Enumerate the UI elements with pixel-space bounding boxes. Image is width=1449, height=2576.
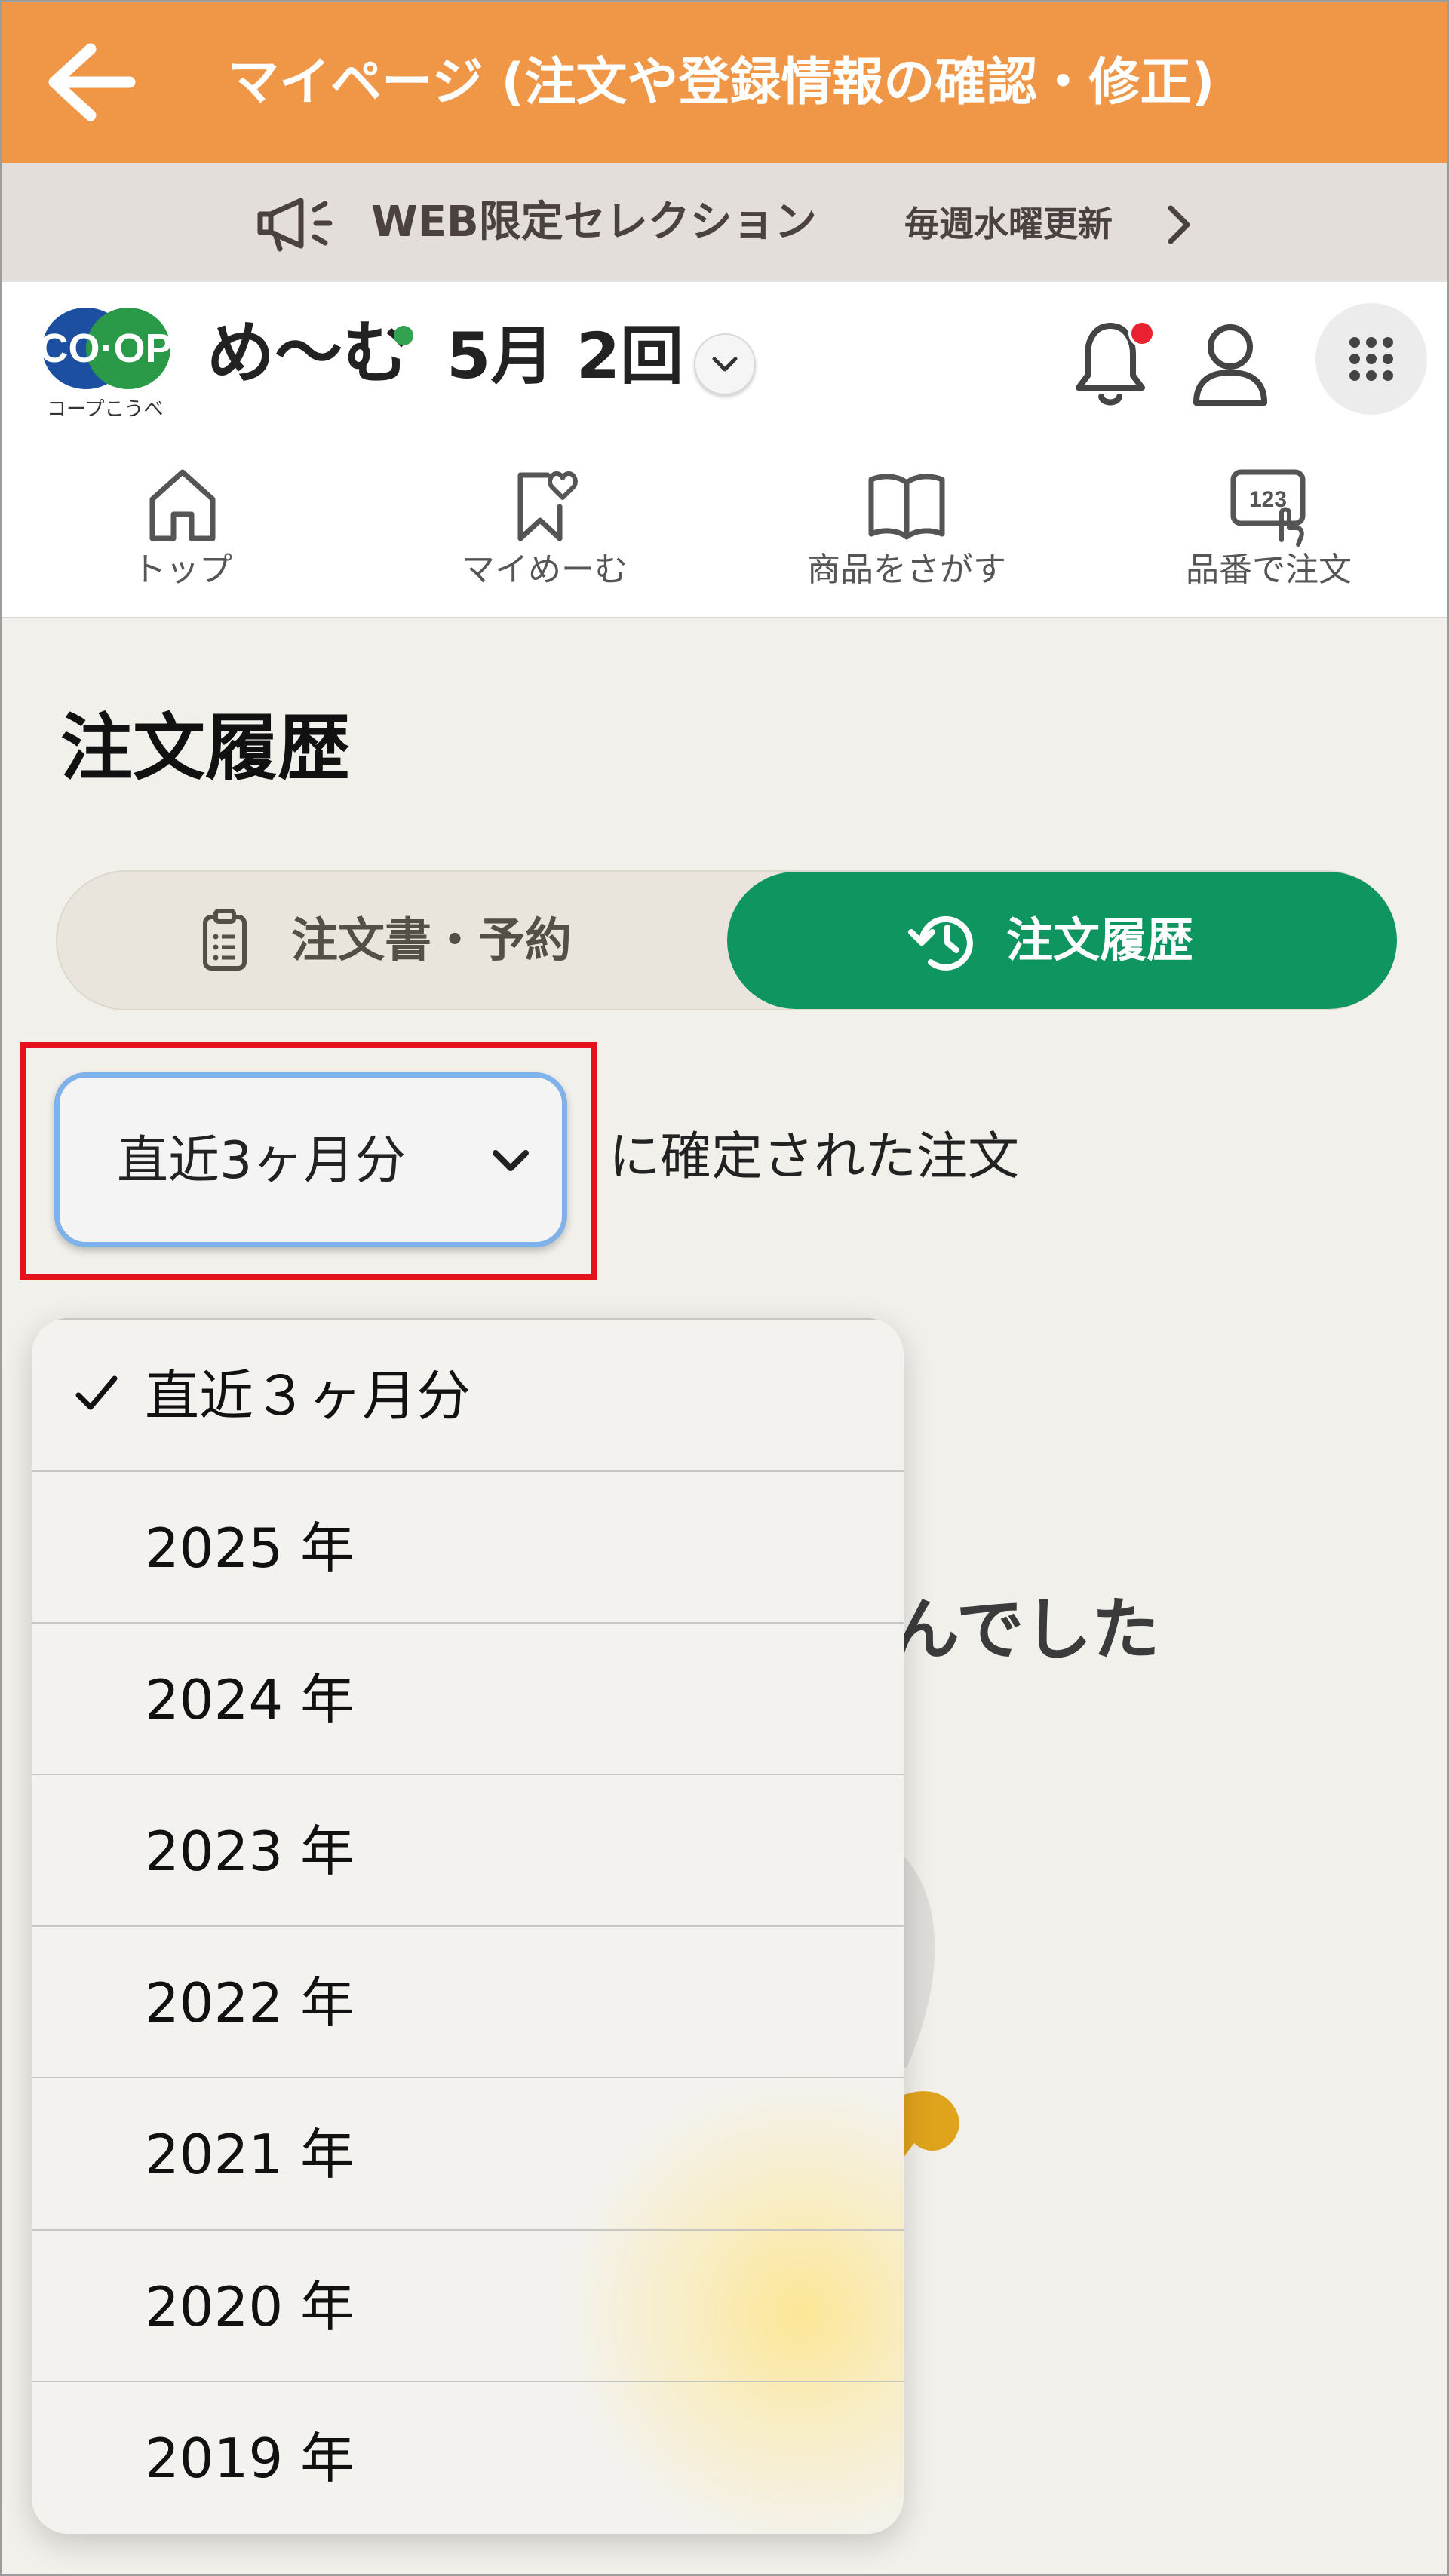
app-header: CO·OP コープこうべ め〜む 5月 2回	[2, 282, 1447, 451]
nav-label: 品番で注文	[1186, 550, 1352, 589]
nav-label: 商品をさがす	[807, 550, 1006, 589]
checkmark-icon	[75, 1375, 118, 1410]
nav-my-memu[interactable]: マイめーむ	[364, 451, 726, 617]
option-label: 直近３ヶ月分	[145, 1364, 471, 1428]
dropdown-option[interactable]: 2024 年	[32, 1622, 904, 1774]
dropdown-option[interactable]: 2022 年	[32, 1925, 904, 2078]
nav-top[interactable]: トップ	[2, 451, 364, 617]
tab-order-form[interactable]: 注文書・予約	[57, 872, 729, 1009]
nav-label: トップ	[133, 550, 232, 589]
number-pad-icon: 123	[1230, 469, 1306, 547]
option-label: 2022 年	[145, 1971, 355, 2035]
arrow-left-icon[interactable]	[45, 43, 136, 121]
option-label: 2023 年	[145, 1820, 355, 1883]
dropdown-option[interactable]: 2021 年	[32, 2077, 904, 2229]
tab-order-history[interactable]: 注文履歴	[727, 872, 1397, 1009]
main-nav: トップ マイめーむ 商品をさがす 123 品番で注文	[2, 451, 1447, 618]
option-label: 2025 年	[145, 1516, 355, 1580]
delivery-period[interactable]: 5月 2回	[447, 318, 683, 394]
dropdown-option[interactable]: 2020 年	[32, 2229, 904, 2381]
option-label: 2020 年	[145, 2275, 355, 2338]
tab-label: 注文履歴	[1006, 912, 1194, 968]
web-selection-banner[interactable]: WEB限定セレクション 毎週水曜更新	[2, 163, 1447, 282]
logo-text: CO·OP	[39, 326, 172, 371]
brand-name: め〜む	[207, 314, 410, 393]
banner-label: WEB限定セレクション	[371, 198, 817, 247]
chevron-down-icon	[712, 357, 738, 372]
nav-label: マイめーむ	[462, 550, 628, 589]
banner-sub: 毎週水曜更新	[904, 204, 1113, 244]
user-icon[interactable]	[1189, 321, 1272, 407]
option-label: 2021 年	[145, 2123, 355, 2186]
period-select-value: 直近3ヶ月分	[117, 1131, 407, 1191]
notification-dot	[1128, 320, 1156, 347]
page-title: 注文履歴	[60, 706, 350, 790]
home-icon	[149, 469, 216, 541]
book-icon	[868, 474, 945, 540]
coop-logo[interactable]: CO·OP コープこうべ	[38, 305, 173, 421]
tab-label: 注文書・予約	[291, 912, 573, 968]
app-frame: マイページ (注文や登録情報の確認・修正) WEB限定セレクション 毎週水曜更新…	[0, 0, 1449, 2576]
period-dropdown-button[interactable]	[694, 333, 756, 395]
grid-icon	[1349, 337, 1393, 381]
option-label: 2019 年	[145, 2427, 355, 2490]
history-icon	[908, 915, 973, 971]
chevron-down-icon	[493, 1150, 529, 1171]
logo-sub: コープこうべ	[47, 398, 164, 421]
dropdown-option[interactable]: 2025 年	[32, 1470, 904, 1623]
dropdown-option[interactable]: 2023 年	[32, 1774, 904, 1926]
filter-suffix: に確定された注文	[609, 1127, 1020, 1187]
nav-search-products[interactable]: 商品をさがす	[726, 451, 1088, 617]
svg-text:123: 123	[1249, 487, 1287, 512]
megaphone-icon	[257, 198, 333, 252]
bookmark-heart-icon	[517, 471, 578, 541]
menu-grid-button[interactable]	[1315, 303, 1427, 415]
chevron-right-icon	[1168, 205, 1190, 244]
dropdown-option[interactable]: 直近３ヶ月分	[32, 1318, 904, 1470]
empty-message: んでした	[892, 1590, 1160, 1670]
top-bar: マイページ (注文や登録情報の確認・修正)	[2, 2, 1447, 163]
page-header-title: マイページ (注文や登録情報の確認・修正)	[228, 53, 1215, 112]
brand-dot	[394, 326, 413, 345]
nav-order-by-number[interactable]: 123 品番で注文	[1088, 451, 1447, 617]
period-dropdown-menu: 直近３ヶ月分 2025 年 2024 年 2023 年 2022 年 2021 …	[32, 1318, 904, 2534]
order-segment-control: 注文書・予約 注文履歴	[56, 870, 1397, 1010]
clipboard-icon	[203, 909, 247, 971]
dropdown-option[interactable]: 2019 年	[32, 2381, 904, 2533]
period-select[interactable]: 直近3ヶ月分	[54, 1072, 567, 1247]
option-label: 2024 年	[145, 1668, 355, 1731]
